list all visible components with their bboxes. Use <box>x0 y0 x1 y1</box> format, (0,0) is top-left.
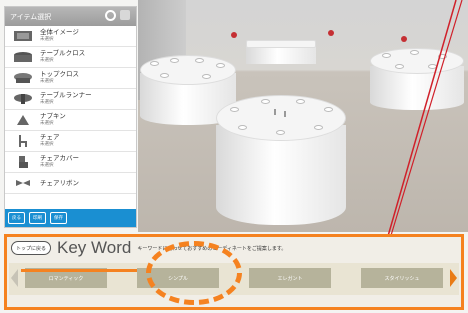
annotation-underline <box>21 269 137 272</box>
scene-flower <box>231 32 237 38</box>
sidebar-item-label: 全体イメージ <box>40 28 79 36</box>
sidebar-item-label: テーブルランナー <box>40 91 92 99</box>
carousel-prev-arrow-icon[interactable] <box>11 269 18 287</box>
banquet-scene-preview[interactable] <box>138 0 468 232</box>
sidebar-item-overall[interactable]: 全体イメージ 未選択 <box>5 26 136 47</box>
scene-table <box>246 40 316 64</box>
sidebar-item-status: 未選択 <box>40 142 54 147</box>
chair-ribbon-icon <box>16 180 30 186</box>
sidebar-item-napkin[interactable]: ナプキン 未選択 <box>5 110 136 131</box>
scene-table <box>216 95 346 225</box>
panel-title: アイテム選択 <box>10 12 52 21</box>
tablecloth-icon <box>14 52 32 62</box>
keyword-card-elegant[interactable]: エレガント <box>249 268 331 288</box>
keyword-header: トップに戻る Key Word キーワードに合わせておすすめのコーディネートをご… <box>11 238 286 257</box>
chair-icon <box>19 135 27 147</box>
sidebar-item-label: チェアリボン <box>40 178 79 187</box>
panel-action-bar: 戻る 印刷 保存 <box>5 209 136 227</box>
overall-image-icon <box>14 31 32 41</box>
close-icon[interactable] <box>120 10 130 20</box>
sidebar-item-status: 未選択 <box>40 121 54 126</box>
back-button[interactable]: 戻る <box>8 212 25 224</box>
annotation-dashed-circle <box>146 241 242 305</box>
sidebar-item-chaircover[interactable]: チェアカバー 未選択 <box>5 152 136 173</box>
sidebar-item-label: チェア <box>40 133 60 141</box>
sidebar-item-chair[interactable]: チェア 未選択 <box>5 131 136 152</box>
back-to-top-button[interactable]: トップに戻る <box>11 241 52 255</box>
sidebar-item-status: 未選択 <box>40 79 54 84</box>
sidebar-item-tablecloth[interactable]: テーブルクロス 未選択 <box>5 47 136 68</box>
keyword-card-stylish[interactable]: スタイリッシュ <box>361 268 443 288</box>
scene-flower <box>401 36 407 42</box>
sidebar-item-status: 未選択 <box>40 58 54 63</box>
topcloth-icon <box>14 73 32 83</box>
sidebar-item-status: 未選択 <box>40 163 54 168</box>
sidebar-item-label: トップクロス <box>40 70 79 78</box>
sidebar-item-status: 未選択 <box>40 100 54 105</box>
sidebar-item-status: 未選択 <box>40 37 54 42</box>
napkin-icon <box>17 115 29 125</box>
carousel-next-arrow-icon[interactable] <box>450 269 457 287</box>
gear-icon[interactable] <box>105 10 116 21</box>
sidebar-item-runner[interactable]: テーブルランナー 未選択 <box>5 89 136 110</box>
sidebar-item-chairribbon[interactable]: チェアリボン <box>5 173 136 194</box>
table-runner-icon <box>14 94 32 104</box>
sidebar-item-label: ナプキン <box>40 112 66 120</box>
sidebar-item-topcloth[interactable]: トップクロス 未選択 <box>5 68 136 89</box>
panel-header: アイテム選択 <box>5 7 136 26</box>
chair-cover-icon <box>19 156 28 168</box>
sidebar-item-label: テーブルクロス <box>40 49 86 57</box>
scene-flower <box>328 30 334 36</box>
item-select-panel: アイテム選択 全体イメージ 未選択 テーブルクロス 未選択 トップクロス 未選択 テー… <box>4 6 137 228</box>
sidebar-item-label: チェアカバー <box>40 154 79 162</box>
app-frame: アイテム選択 全体イメージ 未選択 テーブルクロス 未選択 トップクロス 未選択 テー… <box>0 0 468 313</box>
save-button[interactable]: 保存 <box>50 212 67 224</box>
scene-table <box>370 48 464 110</box>
keyword-title: Key Word <box>57 238 132 257</box>
print-button[interactable]: 印刷 <box>29 212 46 224</box>
